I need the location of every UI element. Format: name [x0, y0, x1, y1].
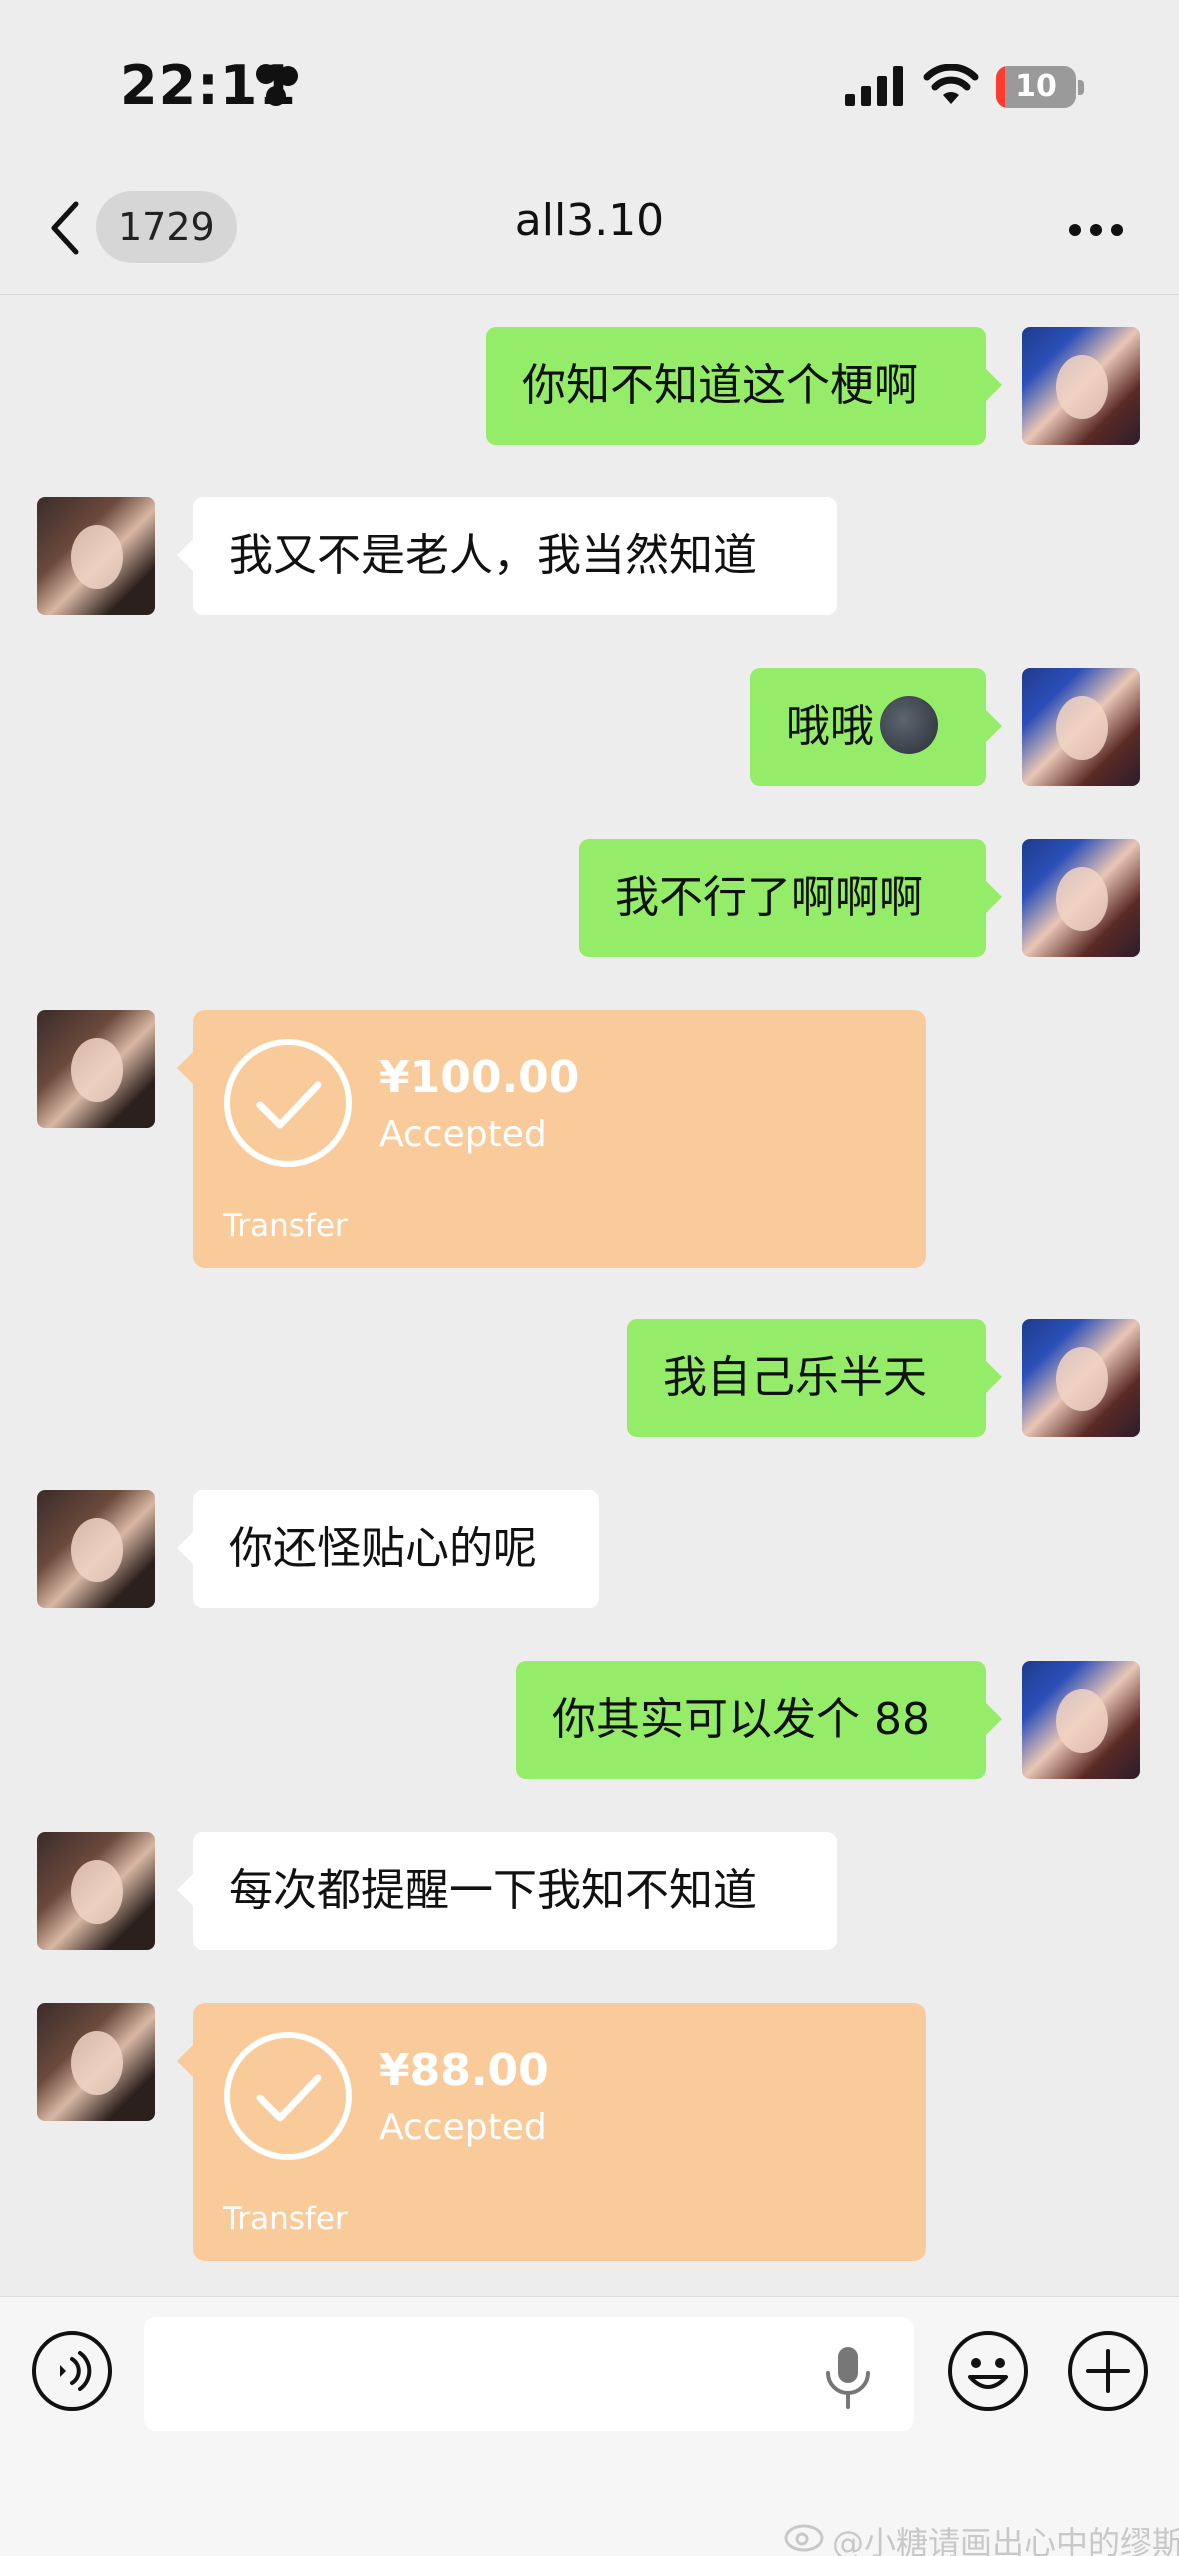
message-text: 哦哦 [786, 701, 874, 752]
received-message-bubble[interactable]: 我又不是老人，我当然知道 [177, 497, 837, 615]
more-options-icon[interactable] [1068, 223, 1124, 237]
status-bar: 22:11 10 [0, 0, 1179, 175]
microphone-icon[interactable] [822, 2345, 874, 2411]
sent-message-bubble[interactable]: 你知不知道这个梗啊 [486, 327, 1002, 445]
sent-message-bubble[interactable]: 我自己乐半天 [627, 1319, 1002, 1437]
contact-avatar[interactable] [37, 2003, 155, 2121]
transfer-status: Accepted [379, 2107, 547, 2148]
contact-avatar[interactable] [37, 1490, 155, 1608]
my-avatar[interactable] [1022, 1661, 1140, 1779]
emoji-icon[interactable] [946, 2329, 1030, 2413]
transfer-card[interactable]: ¥88.00 Accepted Transfer [177, 2003, 926, 2261]
received-message-bubble[interactable]: 你还怪贴心的呢 [177, 1490, 599, 1608]
new-moon-face-emoji-icon [880, 696, 938, 754]
transfer-label: Transfer [223, 2201, 348, 2237]
my-avatar[interactable] [1022, 839, 1140, 957]
sent-message-bubble[interactable]: 哦哦 [750, 668, 1002, 786]
transfer-amount: ¥100.00 [379, 1052, 580, 1103]
chat-title: all3.10 [514, 195, 665, 246]
contact-avatar[interactable] [37, 1010, 155, 1128]
wifi-icon [923, 64, 979, 104]
voice-mode-icon[interactable] [30, 2329, 114, 2413]
my-avatar[interactable] [1022, 327, 1140, 445]
checkmark-circle-icon [224, 2032, 352, 2160]
focus-mode-icon [256, 64, 298, 106]
watermark-text: @小糖请画出心中的缪斯 [832, 2524, 1179, 2556]
chat-input-bar [0, 2296, 1179, 2556]
battery-level: 10 [1015, 69, 1057, 104]
battery-cap [1078, 80, 1084, 95]
my-avatar[interactable] [1022, 1319, 1140, 1437]
sent-message-bubble[interactable]: 你其实可以发个 88 [516, 1661, 1002, 1779]
weibo-watermark: @小糖请画出心中的缪斯 [784, 2518, 1179, 2556]
transfer-card[interactable]: ¥100.00 Accepted Transfer [177, 1010, 926, 1268]
contact-avatar[interactable] [37, 497, 155, 615]
message-input[interactable] [144, 2317, 914, 2431]
sent-message-bubble[interactable]: 我不行了啊啊啊 [579, 839, 1002, 957]
transfer-status: Accepted [379, 1114, 547, 1155]
add-attachment-icon[interactable] [1066, 2329, 1150, 2413]
checkmark-circle-icon [224, 1039, 352, 1167]
cellular-signal-icon [845, 66, 903, 106]
received-message-bubble[interactable]: 每次都提醒一下我知不知道 [177, 1832, 837, 1950]
chat-header: 1729 all3.10 [0, 175, 1179, 295]
weibo-logo-icon [784, 2524, 824, 2552]
my-avatar[interactable] [1022, 668, 1140, 786]
transfer-label: Transfer [223, 1208, 348, 1244]
battery-indicator: 10 [996, 66, 1076, 108]
transfer-amount: ¥88.00 [379, 2045, 549, 2096]
contact-avatar[interactable] [37, 1832, 155, 1950]
